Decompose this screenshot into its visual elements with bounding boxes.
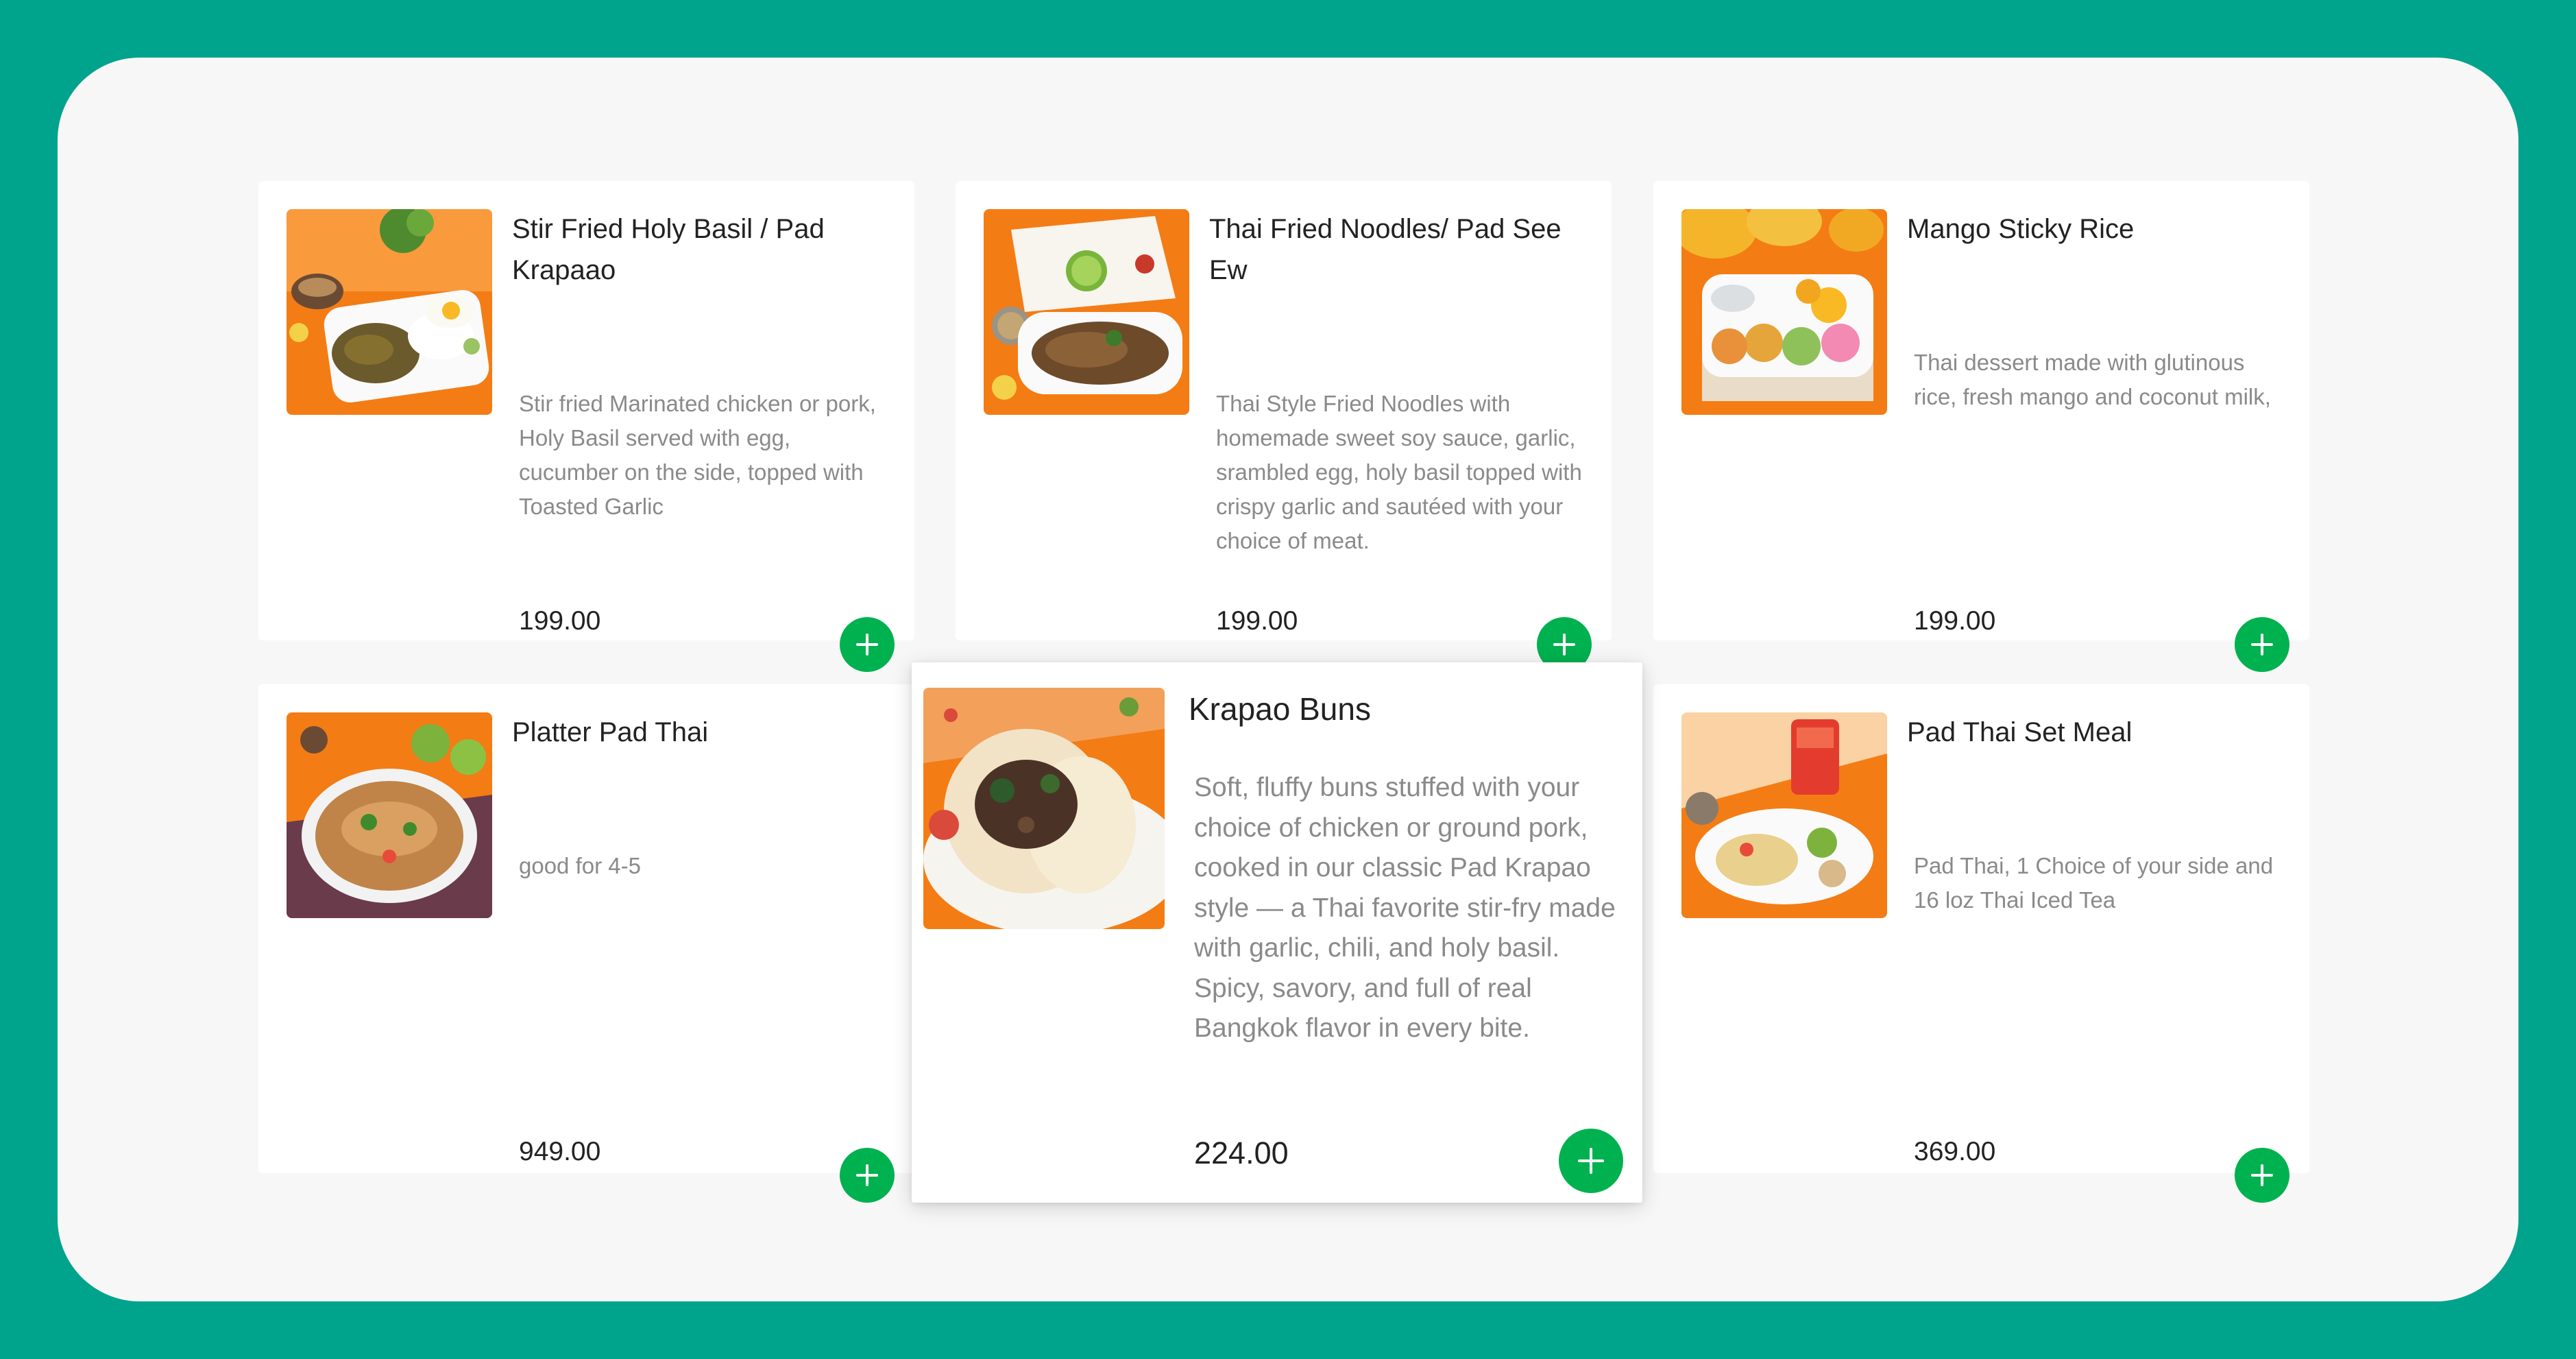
- menu-item-description: Soft, fluffy buns stuffed with your choi…: [1194, 773, 1616, 1043]
- mango-sticky-rice-photo: [1681, 209, 1887, 415]
- menu-item-card-krapao-buns[interactable]: Krapao Buns Soft, fluffy buns stuffed wi…: [912, 662, 1642, 1203]
- pad-thai-set-meal-photo: [1681, 712, 1887, 918]
- menu-item-title: Krapao Buns: [1189, 691, 1371, 727]
- menu-item-card-pad-see-ew[interactable]: Thai Fried Noodles/ Pad See Ew Thai Styl…: [956, 181, 1612, 672]
- pad-see-ew-photo: [984, 209, 1189, 415]
- menu-item-title: Thai Fried Noodles/ Pad See Ew: [1209, 214, 1562, 285]
- krapao-buns-photo: [923, 688, 1165, 929]
- menu-item-description: good for 4-5: [519, 853, 641, 878]
- menu-item-price: 949.00: [519, 1137, 601, 1166]
- menu-item-title: Mango Sticky Rice: [1907, 214, 2135, 244]
- menu-item-price: 199.00: [1914, 606, 1996, 636]
- menu-panel: Stir Fried Holy Basil / Pad Krapaao Stir…: [58, 58, 2518, 1301]
- menu-item-description: Thai Style Fried Noodles with homemade s…: [1216, 391, 1582, 553]
- menu-item-card-mango-sticky-rice[interactable]: Mango Sticky Rice Thai dessert made with…: [1653, 181, 2309, 672]
- menu-item-title: Platter Pad Thai: [512, 717, 709, 747]
- menu-item-card-pad-krapaao[interactable]: Stir Fried Holy Basil / Pad Krapaao Stir…: [258, 181, 914, 672]
- menu-item-card-pad-thai-set-meal[interactable]: Pad Thai Set Meal Pad Thai, 1 Choice of …: [1653, 684, 2309, 1203]
- pad-krapao-photo: [287, 209, 492, 415]
- add-to-cart-button[interactable]: [2235, 617, 2289, 672]
- add-to-cart-button[interactable]: [2235, 1148, 2289, 1203]
- add-to-cart-button[interactable]: [1559, 1129, 1623, 1193]
- add-to-cart-button[interactable]: [840, 617, 895, 672]
- menu-item-price: 199.00: [1216, 606, 1298, 636]
- menu-item-price: 224.00: [1194, 1135, 1289, 1170]
- menu-item-description: Stir fried Marinated chicken or pork, Ho…: [519, 391, 876, 519]
- menu-item-title: Stir Fried Holy Basil / Pad Krapaao: [512, 214, 825, 285]
- menu-item-description: Pad Thai, 1 Choice of your side and 16 l…: [1914, 853, 2274, 913]
- pad-thai-platter-photo: [287, 712, 492, 918]
- menu-item-description: Thai dessert made with glutinous rice, f…: [1914, 350, 2271, 409]
- menu-item-title: Pad Thai Set Meal: [1907, 717, 2133, 747]
- menu-item-card-platter-pad-thai[interactable]: Platter Pad Thai good for 4-5 949.00: [258, 684, 914, 1203]
- add-to-cart-button[interactable]: [840, 1148, 895, 1203]
- menu-item-price: 369.00: [1914, 1137, 1996, 1166]
- menu-item-price: 199.00: [519, 606, 601, 636]
